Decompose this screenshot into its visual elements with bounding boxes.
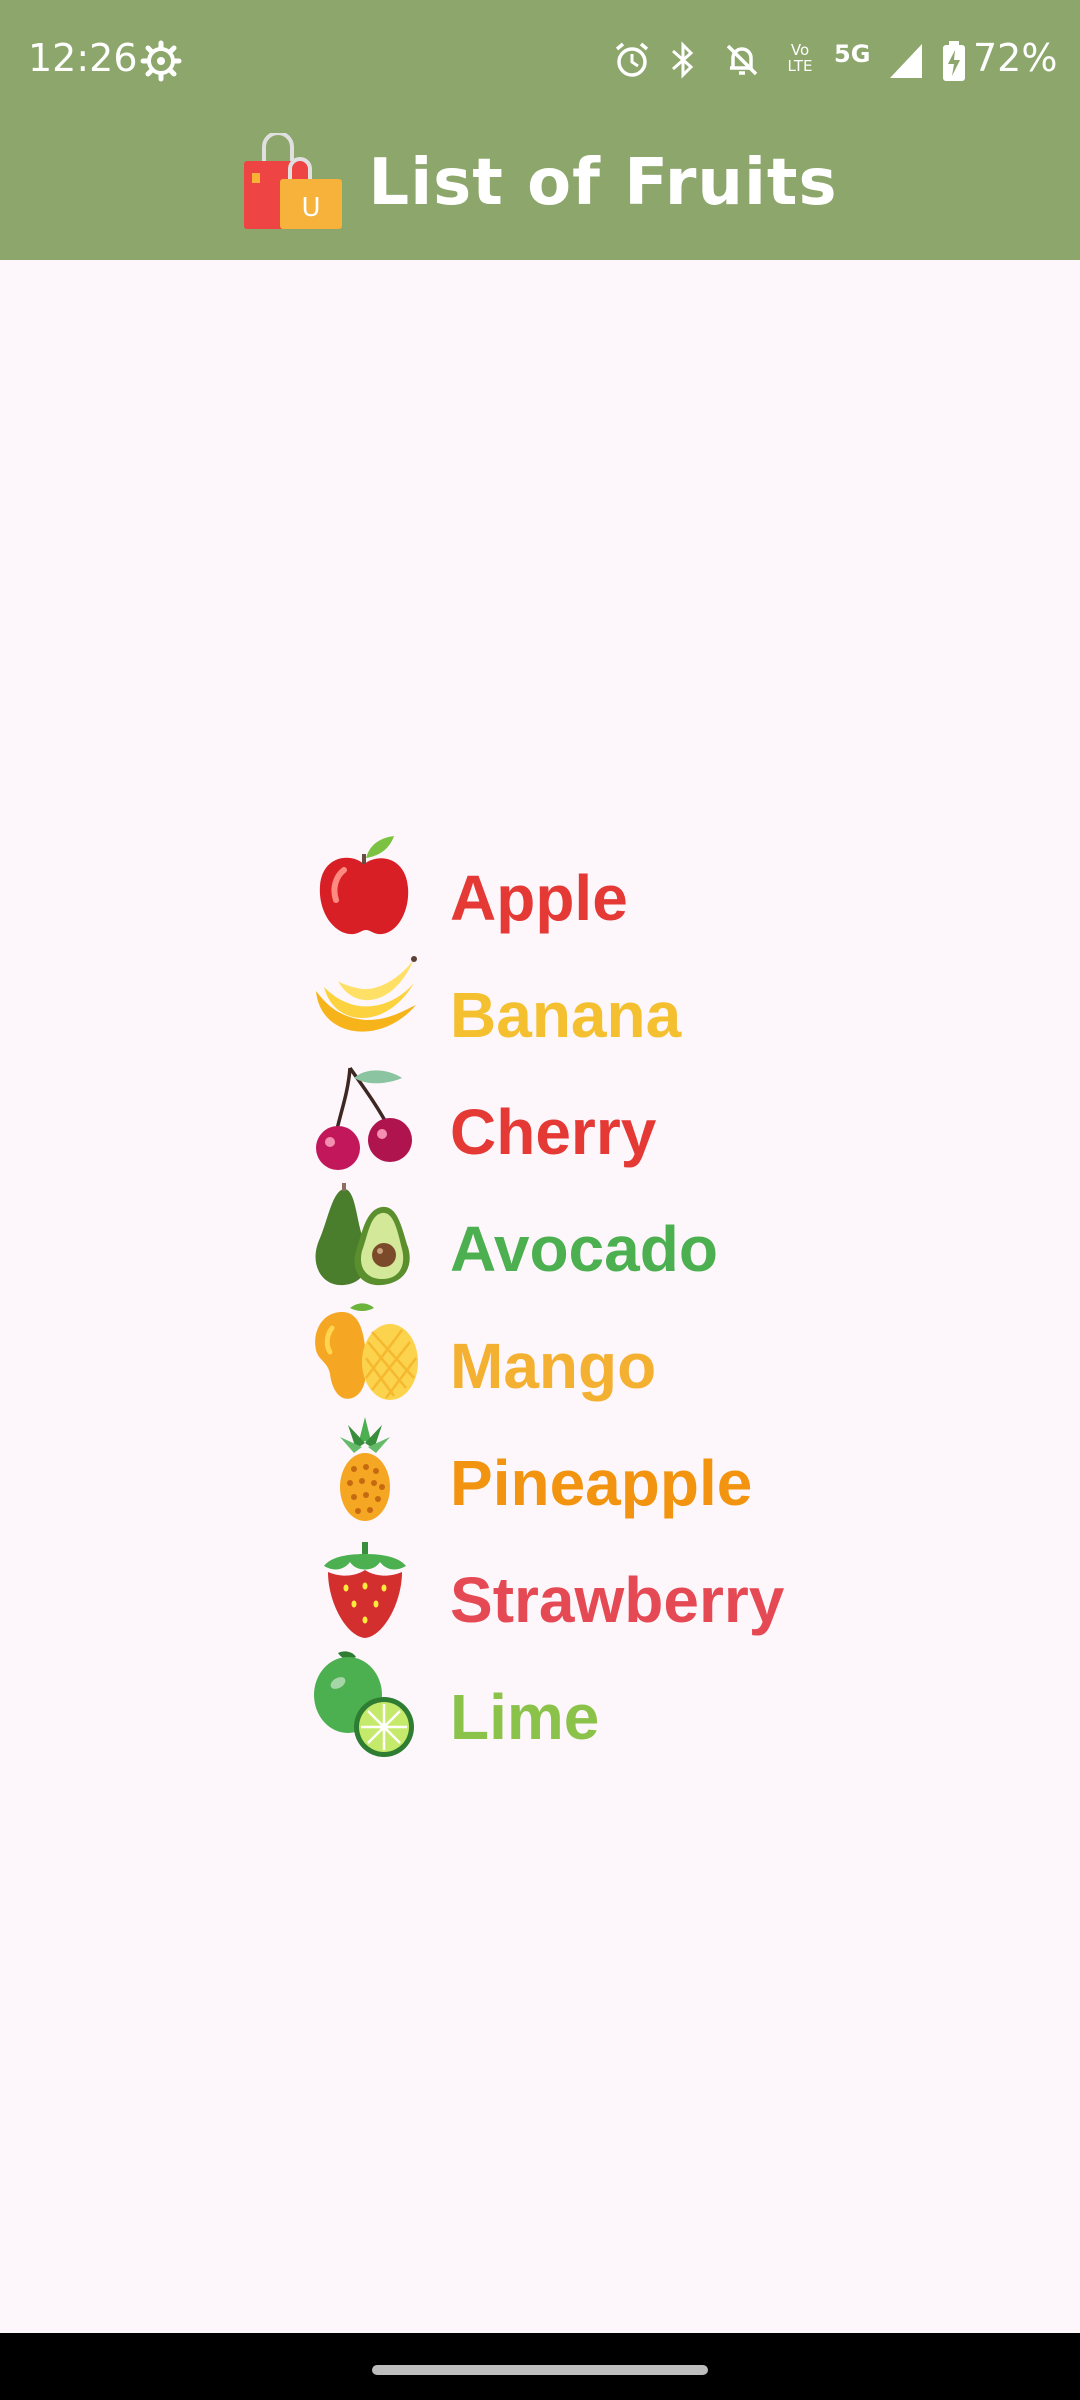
fruit-label-lime: Lime — [450, 1680, 600, 1753]
alarm-icon — [615, 42, 649, 77]
status-time: 12:26 — [28, 36, 138, 80]
volte-bottom-label: LTE — [787, 57, 813, 75]
status-bar: 12:26 Vo LTE 5G 72% — [0, 0, 1080, 125]
avocado-icon — [315, 1182, 410, 1285]
fruit-row-lime[interactable]: Lime — [310, 1645, 784, 1762]
pineapple-icon — [340, 1416, 390, 1521]
fruit-row-banana[interactable]: Banana — [310, 943, 784, 1060]
5g-icon: 5G — [834, 40, 870, 68]
cherry-icon — [316, 1066, 412, 1170]
shopping-bags-icon: U — [244, 133, 343, 229]
fruit-row-apple[interactable]: Apple — [310, 826, 784, 943]
fruit-row-pineapple[interactable]: Pineapple — [310, 1411, 784, 1528]
banana-icon — [316, 955, 417, 1032]
fruit-label-banana: Banana — [450, 978, 682, 1051]
settings-gear-icon — [140, 40, 182, 82]
volte-top-label: Vo — [790, 41, 810, 59]
fruit-label-strawberry: Strawberry — [450, 1563, 785, 1636]
network-label: 5G — [834, 40, 871, 68]
strawberry-icon — [324, 1541, 406, 1638]
apple-icon — [319, 835, 409, 934]
fruit-label-avocado: Avocado — [450, 1212, 718, 1285]
fruit-row-cherry[interactable]: Cherry — [310, 1060, 784, 1177]
volte-icon: Vo LTE — [782, 42, 818, 74]
fruit-label-apple: Apple — [450, 861, 628, 934]
mango-icon — [315, 1302, 418, 1400]
fruit-list: Apple Banana Cherry Avocado Mango Pineap… — [310, 826, 784, 1762]
home-gesture-handle[interactable] — [372, 2365, 708, 2375]
bag-letter: U — [302, 193, 321, 223]
fruit-label-cherry: Cherry — [450, 1095, 657, 1168]
battery-charging-icon — [943, 41, 965, 81]
lime-icon — [314, 1650, 414, 1757]
bell-off-icon — [726, 44, 758, 76]
battery-percentage: 72% — [973, 36, 1058, 80]
fruit-label-pineapple: Pineapple — [450, 1446, 753, 1519]
page-title: List of Fruits — [368, 146, 838, 220]
fruit-row-mango[interactable]: Mango — [310, 1294, 784, 1411]
fruit-row-strawberry[interactable]: Strawberry — [310, 1528, 784, 1645]
bluetooth-icon — [672, 41, 694, 79]
app-bar-title-area: U List of Fruits — [0, 128, 1080, 238]
fruit-row-avocado[interactable]: Avocado — [310, 1177, 784, 1294]
signal-icon — [890, 44, 922, 78]
fruit-label-mango: Mango — [450, 1329, 657, 1402]
